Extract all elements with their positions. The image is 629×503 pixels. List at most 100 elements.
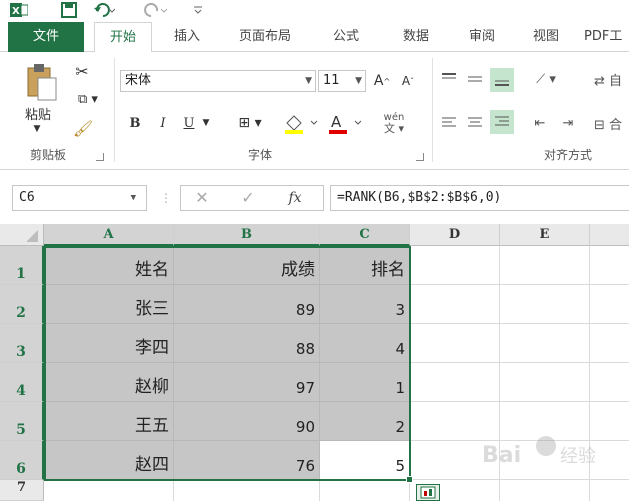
save-icon[interactable] [60, 2, 78, 18]
chevron-down-icon[interactable] [192, 2, 204, 18]
svg-text:Bai: Bai [482, 443, 521, 468]
align-bottom-icon[interactable] [490, 68, 514, 92]
align-right-icon[interactable] [490, 110, 514, 134]
cell-b3[interactable]: 88 [174, 324, 320, 363]
cell-a4[interactable]: 赵柳 [44, 363, 174, 402]
cell-c4[interactable]: 1 [320, 363, 410, 402]
redo-icon[interactable] [142, 2, 168, 18]
align-center-icon[interactable] [464, 112, 486, 134]
underline-button[interactable]: U [180, 112, 198, 134]
ribbon-tabs: 文件 开始 插入 页面布局 公式 数据 审阅 视图 PDF工 [0, 22, 629, 53]
row-header[interactable]: 2 [0, 285, 44, 324]
row-header[interactable]: 1 [0, 246, 44, 285]
fill-handle[interactable] [406, 476, 413, 483]
cell-c1[interactable]: 排名 [320, 246, 410, 285]
select-all-corner[interactable] [0, 224, 44, 246]
cell-a2[interactable]: 张三 [44, 285, 174, 324]
clipboard-launcher-icon[interactable] [96, 153, 104, 161]
paste-chevron-down-icon[interactable]: ▼ [30, 124, 44, 134]
cut-icon[interactable]: ✂ [70, 60, 94, 82]
font-color-icon[interactable]: A [326, 110, 366, 136]
cell-b6[interactable]: 76 [174, 441, 320, 480]
column-header-c[interactable]: C [320, 224, 410, 246]
borders-icon[interactable]: ⊞ ▾ [230, 112, 270, 134]
row-header[interactable]: 7 [0, 480, 44, 501]
formula-bar: C6 ▼ ⋮ ✕ ✓ fx =RANK(B6,$B$2:$B$6,0) [0, 176, 629, 222]
quick-analysis-icon[interactable] [416, 484, 440, 501]
shrink-font-icon[interactable]: Aˇ [398, 70, 418, 92]
bold-button[interactable]: B [126, 112, 144, 134]
wrap-text-icon[interactable]: ⇄ 自 [594, 68, 629, 90]
column-header-f[interactable] [590, 224, 629, 246]
ribbon-home: 粘贴 ▼ ✂ ⧉ ▾ 🖌 剪贴板 宋体 ▼ 11 ▼ A ^ Aˇ B I U ▼… [0, 52, 629, 170]
format-painter-icon[interactable]: 🖌 [70, 116, 96, 140]
cell-c6-active[interactable]: 5 [320, 441, 410, 480]
font-launcher-icon[interactable] [416, 153, 424, 161]
cell-b1[interactable]: 成绩 [174, 246, 320, 285]
paste-icon[interactable] [22, 60, 62, 104]
tab-review[interactable]: 审阅 [454, 22, 510, 52]
tab-view[interactable]: 视图 [518, 22, 574, 52]
name-box-value: C6 [19, 190, 35, 205]
align-left-icon[interactable] [438, 112, 460, 134]
merge-center-icon[interactable]: ⊟ 合 [594, 112, 629, 134]
row-header[interactable]: 3 [0, 324, 44, 363]
chevron-down-icon: ▼ [130, 193, 136, 203]
tab-insert[interactable]: 插入 [162, 22, 212, 52]
cell-c2[interactable]: 3 [320, 285, 410, 324]
quick-access-toolbar: X [0, 0, 629, 22]
chevron-down-icon[interactable]: ▼ [200, 114, 212, 132]
tab-formulas[interactable]: 公式 [318, 22, 374, 52]
grow-font-icon[interactable]: A ^ [372, 70, 392, 92]
font-name-value: 宋体 [125, 73, 152, 88]
increase-indent-icon[interactable]: ⇥ [556, 112, 580, 134]
tab-data[interactable]: 数据 [388, 22, 444, 52]
cell-a5[interactable]: 王五 [44, 402, 174, 441]
align-middle-icon[interactable] [464, 68, 486, 90]
tab-pdf[interactable]: PDF工 [584, 22, 629, 52]
row-header[interactable]: 4 [0, 363, 44, 402]
paste-button-label[interactable]: 粘贴 [18, 104, 58, 123]
font-name-select[interactable]: 宋体 ▼ [120, 70, 316, 92]
cell-b5[interactable]: 90 [174, 402, 320, 441]
group-divider [114, 58, 115, 162]
fill-color-icon[interactable] [282, 110, 322, 136]
row-header[interactable]: 5 [0, 402, 44, 441]
name-box[interactable]: C6 ▼ [12, 185, 147, 211]
baidu-watermark-logo: Bai 经验 [480, 424, 600, 474]
cancel-icon[interactable]: ✕ [192, 188, 212, 208]
row-header[interactable]: 6 [0, 441, 44, 480]
tab-file[interactable]: 文件 [8, 22, 84, 52]
tab-home[interactable]: 开始 [94, 22, 152, 53]
column-header-d[interactable]: D [410, 224, 500, 246]
phonetic-guide-icon[interactable]: wén 文 ▾ [376, 110, 412, 136]
cell-c5[interactable]: 2 [320, 402, 410, 441]
cell-divider [173, 480, 174, 501]
cell-b4[interactable]: 97 [174, 363, 320, 402]
chevron-down-icon: ▼ [305, 76, 312, 86]
cell-c3[interactable]: 4 [320, 324, 410, 363]
tab-page-layout[interactable]: 页面布局 [224, 22, 306, 52]
decrease-indent-icon[interactable]: ⇤ [528, 112, 552, 134]
italic-button[interactable]: I [154, 112, 172, 134]
align-top-icon[interactable] [438, 68, 460, 90]
column-header-b[interactable]: B [174, 224, 320, 246]
cell-a6[interactable]: 赵四 [44, 441, 174, 480]
undo-icon[interactable] [92, 2, 116, 18]
group-divider [432, 58, 433, 162]
column-header-a[interactable]: A [44, 224, 174, 246]
enter-icon[interactable]: ✓ [238, 188, 258, 208]
row-7-cells[interactable] [44, 480, 410, 501]
cell-a1[interactable]: 姓名 [44, 246, 174, 285]
cell-b2[interactable]: 89 [174, 285, 320, 324]
orientation-icon[interactable]: ⟋ ▾ [528, 68, 564, 90]
chevron-down-icon: ▼ [355, 76, 362, 86]
cell-a3[interactable]: 李四 [44, 324, 174, 363]
insert-function-icon[interactable]: fx [282, 188, 308, 208]
formula-input[interactable]: =RANK(B6,$B$2:$B$6,0) [330, 185, 629, 211]
svg-text:X: X [12, 6, 20, 17]
column-header-e[interactable]: E [500, 224, 590, 246]
worksheet-grid: A B C D E 1 2 3 4 5 6 7 姓名 成绩 排名 张三 89 3… [0, 224, 629, 501]
font-size-select[interactable]: 11 ▼ [318, 70, 366, 92]
copy-icon[interactable]: ⧉ ▾ [68, 88, 108, 110]
